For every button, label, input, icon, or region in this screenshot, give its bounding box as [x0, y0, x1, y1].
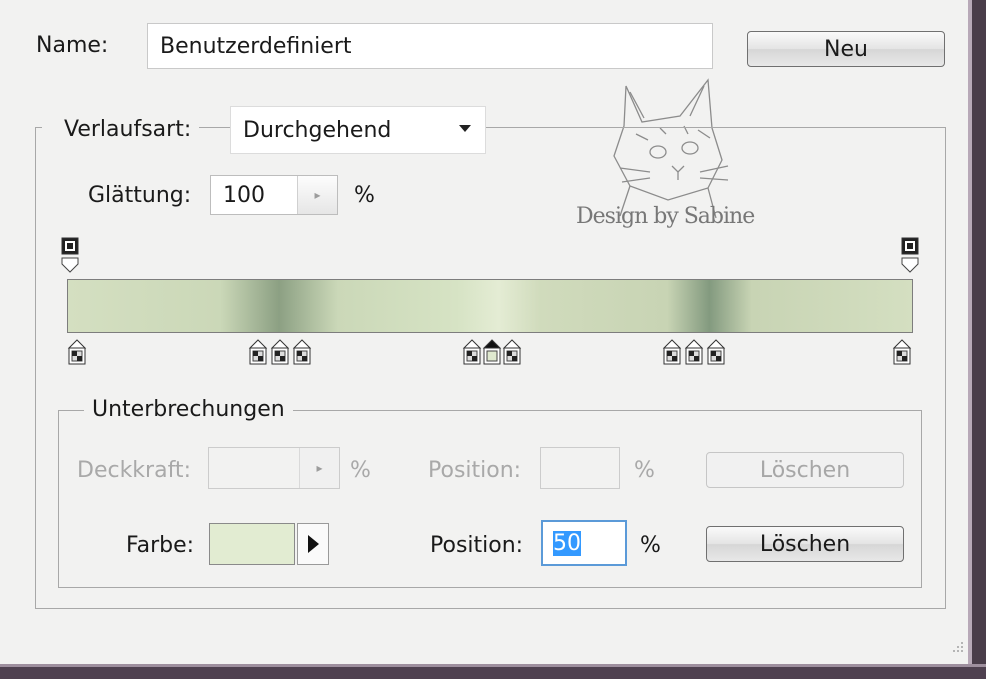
color-position-unit: % — [640, 533, 661, 558]
color-position-label: Position: — [430, 533, 524, 558]
gradient-type-select[interactable]: Durchgehend — [230, 106, 486, 154]
color-stop-icon[interactable] — [684, 338, 704, 366]
color-stop-icon[interactable] — [482, 338, 502, 366]
smoothness-stepper[interactable]: ▸ — [297, 176, 337, 214]
window-frame-bottom — [0, 664, 986, 679]
smoothness-input[interactable]: 100 ▸ — [210, 175, 338, 215]
color-stop-icon[interactable] — [248, 338, 268, 366]
opacity-stop-left-icon[interactable] — [60, 236, 80, 274]
triangle-right-icon: ▸ — [314, 188, 321, 202]
color-swatch[interactable] — [209, 523, 295, 565]
color-label: Farbe: — [126, 533, 195, 558]
opacity-position-unit: % — [634, 458, 655, 483]
new-button[interactable]: Neu — [747, 31, 945, 67]
smoothness-value: 100 — [223, 182, 265, 208]
opacity-stop-right-icon[interactable] — [900, 236, 920, 274]
color-stop-icon[interactable] — [706, 338, 726, 366]
name-input[interactable]: Benutzerdefiniert — [147, 23, 713, 69]
name-label: Name: — [36, 33, 109, 58]
opacity-delete-label: Löschen — [759, 457, 851, 483]
color-position-value: 50 — [553, 530, 581, 556]
stops-group-title: Unterbrechungen — [84, 397, 293, 422]
gradient-type-label: Verlaufsart: — [42, 117, 200, 142]
new-button-label: Neu — [824, 36, 868, 62]
color-position-input[interactable]: 50 — [541, 520, 627, 566]
smoothness-unit: % — [354, 183, 375, 208]
opacity-position-input[interactable] — [540, 447, 620, 489]
opacity-stepper[interactable]: ▸ — [299, 448, 339, 488]
color-stop-icon[interactable] — [892, 338, 912, 366]
color-stop-icon[interactable] — [662, 338, 682, 366]
window-frame-right — [968, 0, 986, 679]
opacity-delete-button[interactable]: Löschen — [706, 452, 904, 488]
play-arrow-icon — [307, 535, 319, 553]
gradient-preview-bar[interactable] — [67, 279, 913, 333]
color-delete-label: Löschen — [759, 531, 851, 557]
color-menu-button[interactable] — [297, 523, 329, 565]
opacity-unit: % — [350, 458, 371, 483]
color-stop-icon[interactable] — [270, 338, 290, 366]
color-stop-icon[interactable] — [502, 338, 522, 366]
opacity-label: Deckkraft: — [77, 458, 191, 483]
triangle-right-icon: ▸ — [316, 461, 323, 475]
color-stop-icon[interactable] — [462, 338, 482, 366]
resize-grip-icon[interactable] — [950, 640, 964, 654]
gradient-type-value: Durchgehend — [243, 117, 392, 143]
smoothness-label: Glättung: — [88, 183, 192, 208]
name-input-value: Benutzerdefiniert — [160, 33, 352, 59]
color-delete-button[interactable]: Löschen — [706, 526, 904, 562]
opacity-input[interactable]: ▸ — [208, 447, 340, 489]
color-stop-icon[interactable] — [67, 338, 87, 366]
opacity-position-label: Position: — [428, 458, 522, 483]
color-stop-icon[interactable] — [292, 338, 312, 366]
chevron-down-icon — [459, 125, 471, 132]
